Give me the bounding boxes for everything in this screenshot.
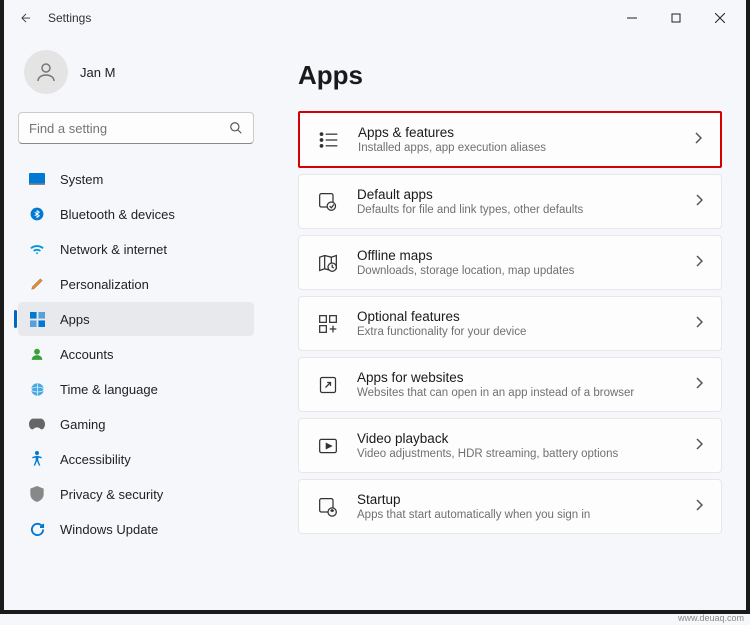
list-icon: [318, 129, 340, 151]
card-default-apps[interactable]: Default apps Defaults for file and link …: [298, 174, 722, 229]
close-button[interactable]: [698, 3, 742, 33]
minimize-icon: [627, 13, 637, 23]
card-subtitle: Apps that start automatically when you s…: [357, 509, 695, 521]
sidebar-item-windows-update[interactable]: Windows Update: [18, 512, 254, 546]
minimize-button[interactable]: [610, 3, 654, 33]
main-content: Apps Apps & features Installed apps, app…: [262, 36, 746, 610]
sidebar-item-label: Accessibility: [60, 452, 131, 467]
card-subtitle: Websites that can open in an app instead…: [357, 387, 695, 399]
window-controls: [610, 3, 742, 33]
sidebar-item-label: Privacy & security: [60, 487, 163, 502]
gaming-icon: [28, 415, 46, 433]
window-title: Settings: [48, 11, 91, 25]
attribution: www.deuaq.com: [678, 613, 744, 623]
card-subtitle: Video adjustments, HDR streaming, batter…: [357, 448, 695, 460]
sidebar-item-label: Time & language: [60, 382, 158, 397]
card-text: Apps & features Installed apps, app exec…: [358, 125, 694, 154]
person-icon: [34, 60, 58, 84]
card-subtitle: Extra functionality for your device: [357, 326, 695, 338]
card-startup[interactable]: Startup Apps that start automatically wh…: [298, 479, 722, 534]
sidebar-item-label: Accounts: [60, 347, 113, 362]
shield-icon: [28, 485, 46, 503]
nav-list: System Bluetooth & devices Network & int…: [18, 162, 254, 546]
chevron-right-icon: [695, 437, 703, 455]
close-icon: [715, 13, 725, 23]
brush-icon: [28, 275, 46, 293]
avatar: [24, 50, 68, 94]
globe-icon: [28, 380, 46, 398]
sidebar-item-label: Gaming: [60, 417, 106, 432]
card-text: Startup Apps that start automatically wh…: [357, 492, 695, 521]
accessibility-icon: [28, 450, 46, 468]
map-icon: [317, 252, 339, 274]
card-title: Startup: [357, 492, 695, 507]
sidebar-item-personalization[interactable]: Personalization: [18, 267, 254, 301]
sidebar-item-label: Apps: [60, 312, 90, 327]
apps-icon: [28, 310, 46, 328]
chevron-right-icon: [694, 131, 702, 149]
maximize-icon: [671, 13, 681, 23]
sidebar-item-privacy[interactable]: Privacy & security: [18, 477, 254, 511]
sidebar-item-accounts[interactable]: Accounts: [18, 337, 254, 371]
card-optional-features[interactable]: Optional features Extra functionality fo…: [298, 296, 722, 351]
titlebar: Settings: [4, 0, 746, 36]
card-title: Default apps: [357, 187, 695, 202]
arrow-left-icon: [19, 11, 33, 25]
user-profile[interactable]: Jan M: [18, 50, 254, 94]
startup-icon: [317, 496, 339, 518]
update-icon: [28, 520, 46, 538]
grid-plus-icon: [317, 313, 339, 335]
card-title: Apps & features: [358, 125, 694, 140]
chevron-right-icon: [695, 193, 703, 211]
card-text: Optional features Extra functionality fo…: [357, 309, 695, 338]
search-box[interactable]: [18, 112, 254, 144]
card-apps-for-websites[interactable]: Apps for websites Websites that can open…: [298, 357, 722, 412]
sidebar-item-label: System: [60, 172, 103, 187]
sidebar-item-label: Network & internet: [60, 242, 167, 257]
card-text: Default apps Defaults for file and link …: [357, 187, 695, 216]
sidebar-item-network[interactable]: Network & internet: [18, 232, 254, 266]
username: Jan M: [80, 65, 115, 80]
back-button[interactable]: [8, 0, 44, 36]
default-apps-icon: [317, 191, 339, 213]
card-text: Video playback Video adjustments, HDR st…: [357, 431, 695, 460]
card-subtitle: Downloads, storage location, map updates: [357, 265, 695, 277]
page-title: Apps: [298, 60, 722, 91]
wifi-icon: [28, 240, 46, 258]
sidebar-item-time-language[interactable]: Time & language: [18, 372, 254, 406]
sidebar-item-system[interactable]: System: [18, 162, 254, 196]
chevron-right-icon: [695, 498, 703, 516]
card-title: Offline maps: [357, 248, 695, 263]
sidebar-item-label: Windows Update: [60, 522, 158, 537]
bluetooth-icon: [28, 205, 46, 223]
card-subtitle: Defaults for file and link types, other …: [357, 204, 695, 216]
chevron-right-icon: [695, 315, 703, 333]
card-title: Video playback: [357, 431, 695, 446]
card-offline-maps[interactable]: Offline maps Downloads, storage location…: [298, 235, 722, 290]
sidebar-item-accessibility[interactable]: Accessibility: [18, 442, 254, 476]
external-link-icon: [317, 374, 339, 396]
search-input[interactable]: [29, 121, 229, 136]
card-title: Apps for websites: [357, 370, 695, 385]
chevron-right-icon: [695, 254, 703, 272]
card-text: Apps for websites Websites that can open…: [357, 370, 695, 399]
chevron-right-icon: [695, 376, 703, 394]
sidebar-item-label: Personalization: [60, 277, 149, 292]
card-text: Offline maps Downloads, storage location…: [357, 248, 695, 277]
card-video-playback[interactable]: Video playback Video adjustments, HDR st…: [298, 418, 722, 473]
system-icon: [28, 170, 46, 188]
card-title: Optional features: [357, 309, 695, 324]
accounts-icon: [28, 345, 46, 363]
sidebar-item-label: Bluetooth & devices: [60, 207, 175, 222]
card-subtitle: Installed apps, app execution aliases: [358, 142, 694, 154]
sidebar-item-apps[interactable]: Apps: [18, 302, 254, 336]
sidebar-item-gaming[interactable]: Gaming: [18, 407, 254, 441]
card-apps-features[interactable]: Apps & features Installed apps, app exec…: [298, 111, 722, 168]
sidebar-item-bluetooth[interactable]: Bluetooth & devices: [18, 197, 254, 231]
video-icon: [317, 435, 339, 457]
search-icon: [229, 121, 243, 135]
maximize-button[interactable]: [654, 3, 698, 33]
sidebar: Jan M System Bluetooth & devices Network…: [4, 36, 262, 610]
